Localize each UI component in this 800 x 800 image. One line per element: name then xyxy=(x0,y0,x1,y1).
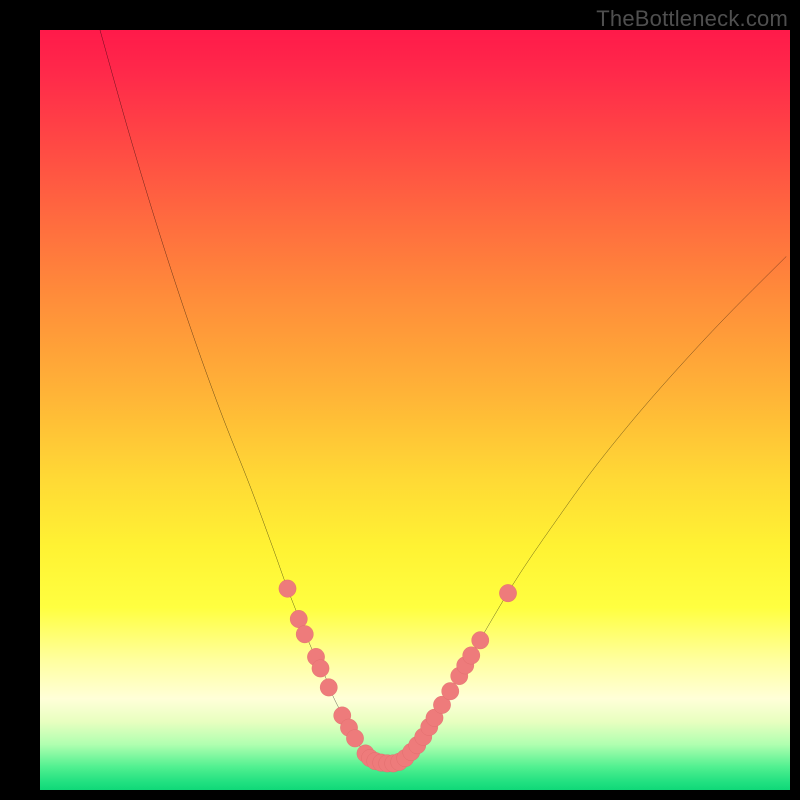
highlight-dot xyxy=(296,625,313,642)
highlight-dot xyxy=(463,647,480,664)
plot-area xyxy=(40,30,790,790)
highlight-dots xyxy=(279,580,517,772)
highlight-dot xyxy=(472,632,489,649)
highlight-dot xyxy=(499,584,516,601)
highlight-dot xyxy=(279,580,296,597)
highlight-dot xyxy=(312,660,329,677)
bottleneck-curve xyxy=(100,30,786,764)
highlight-dot xyxy=(442,682,459,699)
chart-frame: TheBottleneck.com xyxy=(0,0,800,800)
watermark-text: TheBottleneck.com xyxy=(596,6,788,32)
highlight-dot xyxy=(346,730,363,747)
highlight-dot xyxy=(320,679,337,696)
highlight-dot xyxy=(290,610,307,627)
curve-layer xyxy=(40,30,790,790)
